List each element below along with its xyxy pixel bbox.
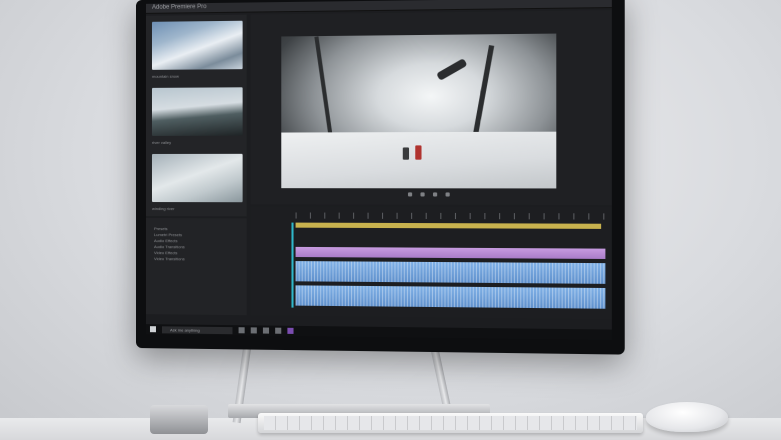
transport-controls	[251, 192, 612, 201]
taskbar-search-input[interactable]: Ask me anything	[162, 326, 232, 334]
edge-icon[interactable]	[251, 327, 257, 333]
effect-folder[interactable]: Video Transitions	[154, 256, 185, 261]
person-figure	[415, 145, 421, 159]
effect-folder[interactable]: Audio Effects	[154, 238, 178, 243]
explorer-icon[interactable]	[263, 327, 269, 333]
keyboard	[258, 413, 643, 433]
task-view-icon[interactable]	[239, 327, 245, 333]
clip-label: river valley	[152, 140, 171, 145]
store-icon[interactable]	[275, 328, 281, 334]
program-monitor	[251, 10, 612, 205]
audio-clip[interactable]	[296, 285, 606, 308]
effect-folder[interactable]: Presets	[154, 226, 168, 231]
timeline-ruler[interactable]	[296, 212, 608, 219]
snow-ground	[281, 132, 556, 189]
window-title: Adobe Premiere Pro	[152, 4, 207, 11]
effect-folder[interactable]: Video Effects	[154, 250, 177, 255]
clip-thumbnail-river[interactable]	[152, 87, 243, 136]
marker-bar	[296, 223, 602, 229]
snowboarder	[436, 58, 467, 81]
taskbar: Ask me anything	[146, 324, 612, 340]
step-forward-icon[interactable]	[433, 192, 437, 196]
step-back-icon[interactable]	[408, 192, 412, 196]
surface-dial	[150, 405, 208, 434]
tree-trunk	[314, 36, 334, 147]
mouse	[646, 402, 728, 432]
timeline-panel	[251, 206, 612, 319]
clip-label: winding river	[152, 206, 174, 211]
effect-folder[interactable]: Audio Transitions	[154, 244, 185, 249]
keyboard-keys	[264, 416, 637, 430]
clip-thumbnail-winding-river[interactable]	[152, 154, 243, 202]
project-panel: mountain snow river valley winding river	[146, 15, 247, 217]
screen: Adobe Premiere Pro mountain snow river v…	[146, 0, 612, 340]
video-preview	[281, 34, 556, 189]
clip-thumbnail-mountain[interactable]	[152, 21, 243, 70]
audio-clip[interactable]	[296, 261, 606, 284]
monitor: Adobe Premiere Pro mountain snow river v…	[136, 0, 625, 355]
video-clip[interactable]	[296, 247, 606, 259]
person-figure	[403, 147, 409, 159]
premiere-app-icon[interactable]	[287, 328, 293, 334]
clip-label: mountain snow	[152, 74, 179, 79]
playhead[interactable]	[291, 223, 293, 308]
windows-start-icon[interactable]	[150, 326, 156, 332]
play-icon[interactable]	[420, 192, 424, 196]
loop-icon[interactable]	[446, 192, 450, 196]
effects-panel: Presets Lumetri Presets Audio Effects Au…	[146, 218, 247, 315]
effect-folder[interactable]: Lumetri Presets	[154, 232, 182, 237]
